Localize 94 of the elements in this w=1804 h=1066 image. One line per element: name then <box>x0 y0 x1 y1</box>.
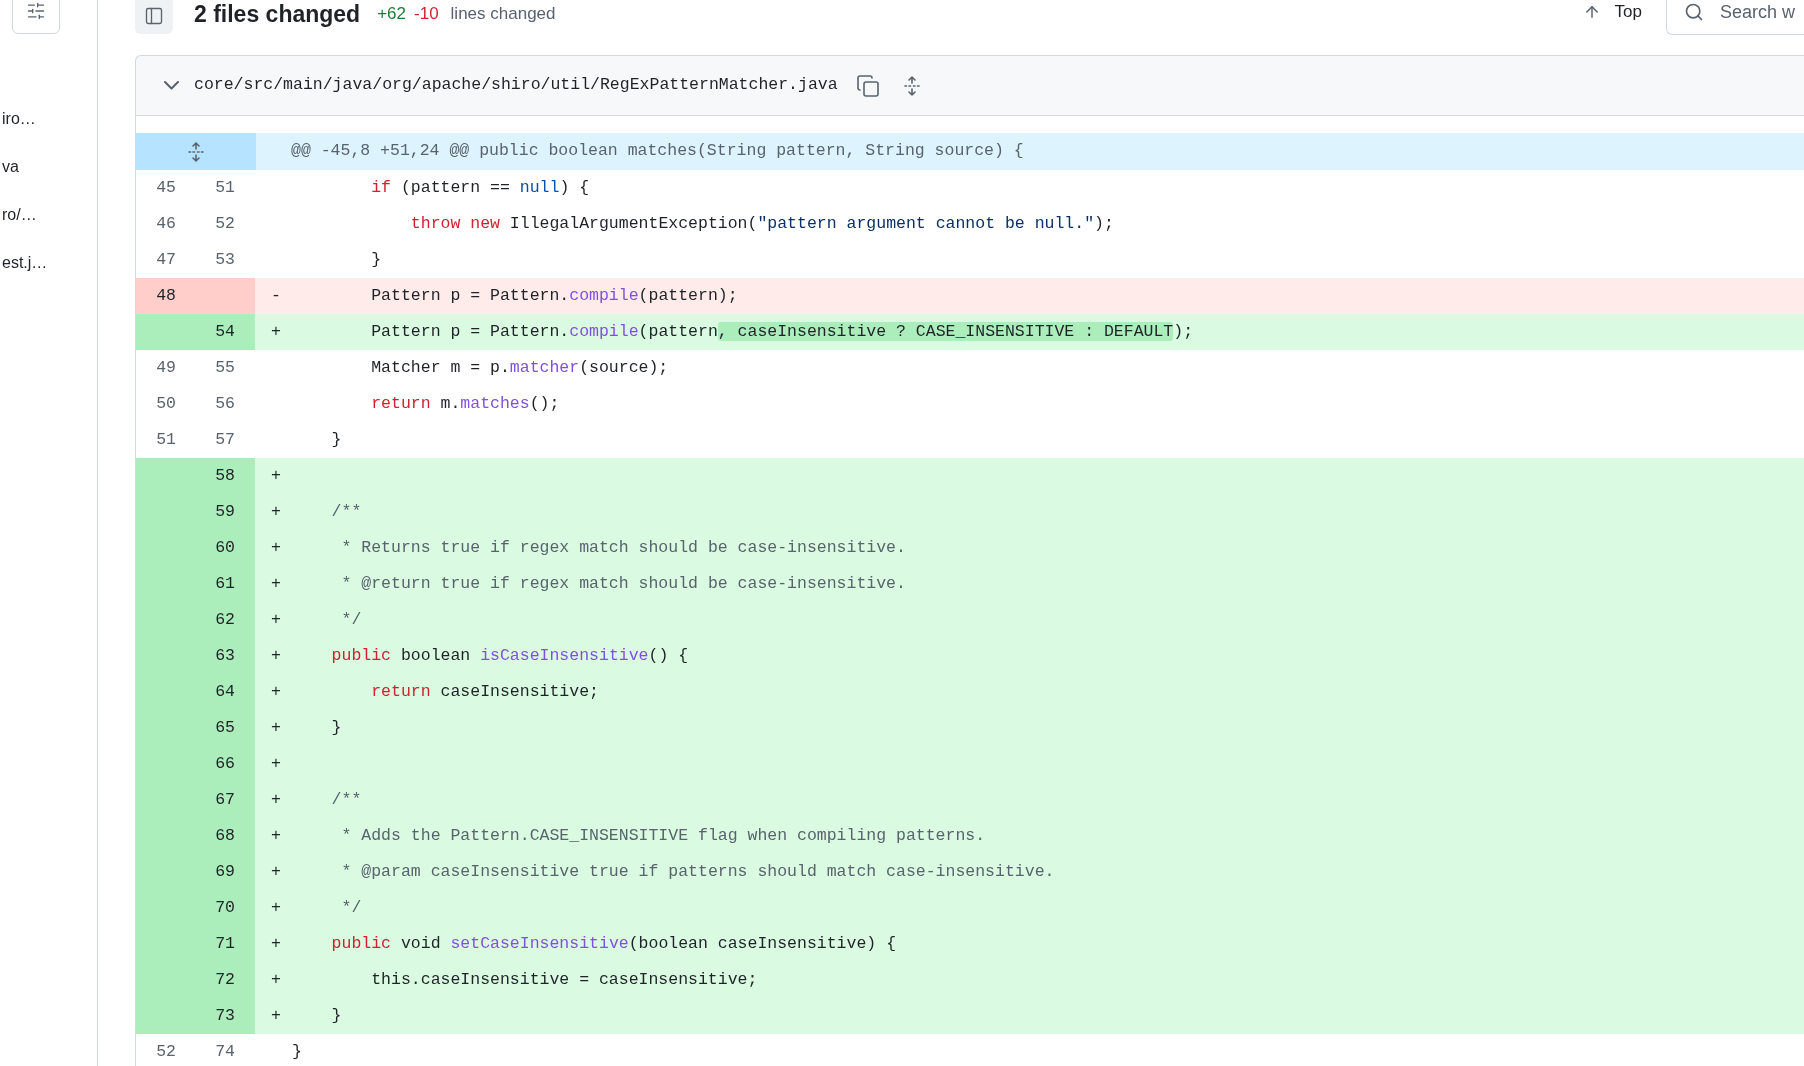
code-line: Pattern p = Pattern.compile(pattern, caseInsensitive ? CASE_INSENSITIVE : DEFAULT); <box>371 320 1194 343</box>
search-field[interactable]: Search w <box>1666 0 1804 35</box>
chevron-down-icon[interactable] <box>164 81 179 90</box>
line-number: 48 <box>156 284 176 307</box>
copy-icon[interactable] <box>855 73 880 98</box>
code-line: * @return true if regex match should be case-insensitive. <box>341 572 906 595</box>
line-number: 55 <box>215 356 235 379</box>
line-number: 71 <box>215 932 235 955</box>
diff-sign: + <box>271 501 281 521</box>
code-line: public boolean isCaseInsensitive() { <box>331 644 689 667</box>
diff-sign: + <box>271 897 281 917</box>
line-number: 53 <box>215 248 235 271</box>
line-number: 59 <box>215 500 235 523</box>
line-number: 51 <box>215 176 235 199</box>
code-line: } <box>331 428 342 451</box>
code-line: */ <box>341 608 362 631</box>
line-number: 57 <box>215 428 235 451</box>
diff-sign: + <box>271 465 281 485</box>
diff-sign: - <box>271 285 281 305</box>
diff-sign: + <box>271 969 281 989</box>
search-icon <box>1684 2 1704 22</box>
code-line: } <box>371 248 382 271</box>
code-line: * @param caseInsensitive true if patterns should match case-insensitive. <box>341 860 1055 883</box>
file-path: core/src/main/java/org/apache/shiro/util/RegExPatternMatcher.java <box>194 74 838 97</box>
unfold-icon <box>188 141 204 162</box>
diff-sign: + <box>271 645 281 665</box>
line-number: 51 <box>156 428 176 451</box>
deletions-count: -10 <box>414 3 439 26</box>
line-number: 64 <box>215 680 235 703</box>
line-number: 72 <box>215 968 235 991</box>
line-number: 46 <box>156 212 176 235</box>
top-link[interactable]: Top <box>1582 0 1642 24</box>
diff-sign: + <box>271 717 281 737</box>
line-number: 73 <box>215 1004 235 1027</box>
diff-sign: + <box>271 933 281 953</box>
line-number: 68 <box>215 824 235 847</box>
code-line: } <box>292 1040 302 1063</box>
code-line: this.caseInsensitive = caseInsensitive; <box>371 968 758 991</box>
file-tree-item[interactable]: est.j… <box>0 251 97 275</box>
diff-sign: + <box>271 573 281 593</box>
unfold-icon[interactable] <box>903 75 920 96</box>
diff-sign: + <box>271 537 281 557</box>
code-line: Pattern p = Pattern.compile(pattern); <box>371 284 738 307</box>
diff-sign: + <box>271 789 281 809</box>
diff-sign: + <box>271 825 281 845</box>
line-number: 65 <box>215 716 235 739</box>
code-line: /** <box>331 500 362 523</box>
code-line: */ <box>341 896 362 919</box>
diff-sign: + <box>271 609 281 629</box>
additions-count: +62 <box>377 3 406 26</box>
sliders-icon <box>26 1 46 21</box>
line-number: 62 <box>215 608 235 631</box>
line-number: 61 <box>215 572 235 595</box>
file-tree-item[interactable]: va <box>0 155 97 179</box>
file-tree-item[interactable]: iro… <box>0 107 97 131</box>
code-line: * Adds the Pattern.CASE_INSENSITIVE flag when compiling patterns. <box>341 824 986 847</box>
line-number: 69 <box>215 860 235 883</box>
line-number: 56 <box>215 392 235 415</box>
line-number: 60 <box>215 536 235 559</box>
line-number: 58 <box>215 464 235 487</box>
sidebar-panel-icon <box>144 6 164 26</box>
diff-sign: + <box>271 753 281 773</box>
code-line: /** <box>331 788 362 811</box>
line-number: 47 <box>156 248 176 271</box>
line-number: 63 <box>215 644 235 667</box>
lines-changed-label: lines changed <box>450 3 556 26</box>
files-changed-title: 2 files changed <box>194 2 361 26</box>
line-number: 74 <box>215 1040 235 1063</box>
line-number: 45 <box>156 176 176 199</box>
line-number: 49 <box>156 356 176 379</box>
hunk-header: @@ -45,8 +51,24 @@ public boolean matches(String pattern, String source) { <box>291 140 1024 163</box>
code-line: return m.matches(); <box>371 392 560 415</box>
sidebar-toggle-button[interactable] <box>135 0 173 34</box>
code-line: * Returns true if regex match should be case-insensitive. <box>341 536 906 559</box>
code-line: public void setCaseInsensitive(boolean caseInsensitive) { <box>331 932 897 955</box>
code-line: } <box>331 1004 342 1027</box>
code-line: if (pattern == null) { <box>371 176 590 199</box>
line-number: 52 <box>156 1040 176 1063</box>
line-number: 52 <box>215 212 235 235</box>
line-number: 67 <box>215 788 235 811</box>
code-line: } <box>331 716 342 739</box>
diff-sign: + <box>271 1005 281 1025</box>
code-line: return caseInsensitive; <box>371 680 599 703</box>
line-number: 54 <box>215 320 235 343</box>
diff-sign: + <box>271 321 281 341</box>
file-tree-item[interactable]: ro/… <box>0 203 97 227</box>
code-line: Matcher m = p.matcher(source); <box>371 356 669 379</box>
line-number: 50 <box>156 392 176 415</box>
line-number: 70 <box>215 896 235 919</box>
diff-sign: + <box>271 681 281 701</box>
diff-sign: + <box>271 861 281 881</box>
code-line: throw new IllegalArgumentException("pattern argument cannot be null."); <box>410 212 1114 235</box>
line-number: 66 <box>215 752 235 775</box>
filter-button[interactable] <box>12 0 60 34</box>
